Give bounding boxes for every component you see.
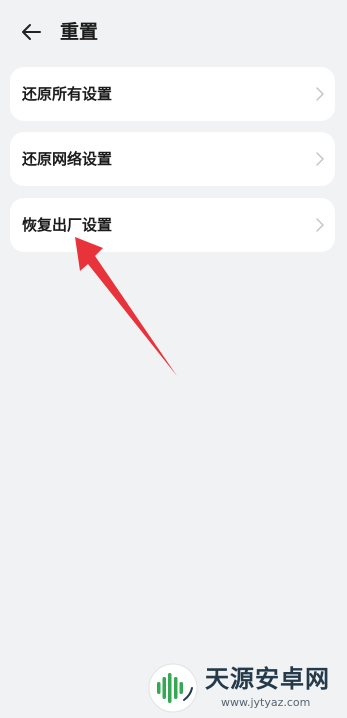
factory-reset-item[interactable]: 恢复出厂设置 xyxy=(10,198,335,252)
watermark: 天源安卓网 www.jytyaz.com xyxy=(147,658,347,718)
page-title: 重置 xyxy=(60,21,99,43)
reset-network-settings-label: 还原网络设置 xyxy=(22,150,113,168)
reset-all-settings-label: 还原所有设置 xyxy=(22,85,113,103)
header: 重置 xyxy=(0,0,347,62)
reset-network-settings-item[interactable]: 还原网络设置 xyxy=(10,132,335,186)
back-arrow-icon[interactable] xyxy=(18,18,46,46)
watermark-url: www.jytyaz.com xyxy=(221,696,311,709)
factory-reset-label: 恢复出厂设置 xyxy=(22,216,113,234)
chevron-right-icon xyxy=(316,87,324,101)
chevron-right-icon xyxy=(316,218,324,232)
watermark-brand: 天源安卓网 xyxy=(205,665,330,693)
chevron-right-icon xyxy=(316,152,324,166)
reset-all-settings-item[interactable]: 还原所有设置 xyxy=(10,67,335,121)
android-logo-icon xyxy=(148,663,198,713)
